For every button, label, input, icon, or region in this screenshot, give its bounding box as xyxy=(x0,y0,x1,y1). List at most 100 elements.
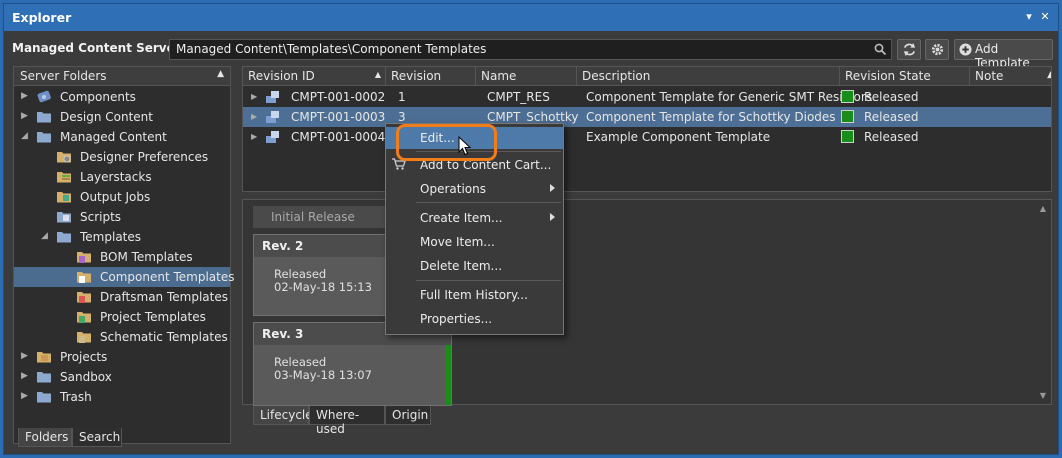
folder-icon xyxy=(37,112,51,123)
folders-header: Server Folders ▲ xyxy=(14,67,230,86)
expand-arrow-icon[interactable]: ▶ xyxy=(251,112,257,121)
tab-search[interactable]: Search xyxy=(72,428,122,447)
tree-item-components[interactable]: ▶ Components xyxy=(14,87,230,107)
collapse-arrow-icon[interactable]: ◢ xyxy=(41,232,49,241)
tab-origin[interactable]: Origin xyxy=(385,406,431,425)
chevron-up-icon[interactable]: ▲ xyxy=(217,69,224,79)
revision-status: Released xyxy=(274,267,327,281)
close-icon[interactable]: ✕ xyxy=(1038,10,1052,24)
tree-item-managed-content[interactable]: ◢ Managed Content xyxy=(14,127,230,147)
components-icon xyxy=(37,90,51,103)
expand-arrow-icon[interactable]: ▶ xyxy=(251,132,257,141)
submenu-arrow-icon xyxy=(550,184,555,192)
preferences-folder-icon xyxy=(57,152,71,163)
highlight-ring xyxy=(396,124,497,161)
submenu-arrow-icon xyxy=(550,213,555,221)
status-badge xyxy=(841,90,854,103)
menu-divider xyxy=(416,202,561,203)
tab-where-used[interactable]: Where-used xyxy=(309,406,385,436)
menu-divider xyxy=(416,280,561,281)
tab-folders[interactable]: Folders xyxy=(18,428,72,447)
projects-folder-icon xyxy=(37,352,51,363)
output-jobs-folder-icon xyxy=(57,192,71,203)
project-template-folder-icon xyxy=(77,312,91,323)
menu-item-create-item[interactable]: Create Item... xyxy=(386,207,563,229)
folder-icon xyxy=(37,392,51,403)
refresh-icon xyxy=(903,42,916,57)
search-icon[interactable] xyxy=(874,43,887,56)
tree-item-design-content[interactable]: ▶ Design Content xyxy=(14,107,230,127)
chevron-up-icon[interactable]: ▲ xyxy=(1047,70,1051,80)
column-note[interactable]: Note▲ xyxy=(970,67,1051,86)
component-template-icon xyxy=(266,111,279,123)
column-revision[interactable]: Revision xyxy=(386,67,476,86)
grid-header: Revision ID ▲ Revision Name Description R… xyxy=(243,67,1051,86)
expand-arrow-icon[interactable]: ▶ xyxy=(21,372,29,381)
menu-item-move-item[interactable]: Move Item... xyxy=(386,231,563,253)
tree-item-output-jobs[interactable]: Output Jobs xyxy=(14,187,230,207)
revision-status: Released xyxy=(274,355,327,369)
tree-item-trash[interactable]: ▶ Trash xyxy=(14,387,230,407)
table-row[interactable]: ▶ CMPT-001-0002 1 CMPT_RES Component Tem… xyxy=(243,87,1051,107)
scroll-down-icon[interactable]: ▼ xyxy=(1040,391,1046,400)
revision-date: 03-May-18 13:07 xyxy=(274,368,372,382)
table-row-selected[interactable]: ▶ CMPT-001-0003 3 CMPT_Schottky Componen… xyxy=(243,107,1051,127)
tree-item-projects[interactable]: ▶ Projects xyxy=(14,347,230,367)
toolbar: Managed Content Server ▾ Managed Content… xyxy=(4,31,1058,70)
status-badge xyxy=(841,130,854,143)
column-description[interactable]: Description xyxy=(577,67,840,86)
expand-arrow-icon[interactable]: ▶ xyxy=(21,392,29,401)
menu-item-operations[interactable]: Operations xyxy=(386,178,563,200)
panel-title-bar: Explorer ▾ ✕ xyxy=(4,4,1058,31)
column-revision-id[interactable]: Revision ID ▲ xyxy=(243,67,386,86)
explorer-panel: Explorer ▾ ✕ Managed Content Server ▾ Ma… xyxy=(3,3,1059,455)
panel-menu-icon[interactable]: ▾ xyxy=(1022,10,1036,24)
column-name[interactable]: Name xyxy=(476,67,577,86)
table-row[interactable]: ▶ CMPT-001-0004 Example Component Templa… xyxy=(243,127,1051,147)
menu-item-properties[interactable]: Properties... xyxy=(386,308,563,330)
layerstack-folder-icon xyxy=(57,172,71,183)
folder-icon xyxy=(57,232,71,243)
gear-icon xyxy=(931,43,944,56)
scroll-up-icon[interactable]: ▲ xyxy=(1040,204,1046,213)
expand-arrow-icon[interactable]: ▶ xyxy=(21,352,29,361)
tree-item-draftsman-templates[interactable]: Draftsman Templates xyxy=(14,287,230,307)
server-dropdown[interactable]: Managed Content Server ▾ xyxy=(12,41,192,55)
component-template-icon xyxy=(266,91,279,103)
panel-title: Explorer xyxy=(12,10,72,25)
tree-item-designer-preferences[interactable]: Designer Preferences xyxy=(14,147,230,167)
revision-date: 02-May-18 15:13 xyxy=(274,280,372,294)
tree-item-bom-templates[interactable]: BOM Templates xyxy=(14,247,230,267)
revisions-grid: Revision ID ▲ Revision Name Description R… xyxy=(242,66,1052,192)
collapse-arrow-icon[interactable]: ◢ xyxy=(21,132,29,141)
expand-arrow-icon[interactable]: ▶ xyxy=(21,112,29,121)
bom-template-folder-icon xyxy=(77,252,91,263)
add-template-button[interactable]: Add Template xyxy=(954,39,1053,70)
server-folders-panel: Server Folders ▲ ▶ Components ▶ Design C… xyxy=(13,66,235,444)
server-label: Managed Content Server xyxy=(12,41,181,55)
expand-arrow-icon[interactable]: ▶ xyxy=(251,92,257,101)
menu-item-delete-item[interactable]: Delete Item... xyxy=(386,255,563,277)
tab-lifecycle[interactable]: Lifecycle xyxy=(253,406,313,425)
mouse-cursor-icon xyxy=(458,136,472,156)
tree-item-schematic-templates[interactable]: Schematic Templates xyxy=(14,327,230,347)
path-text: Managed Content\Templates\Component Temp… xyxy=(176,42,487,56)
scripts-folder-icon xyxy=(57,212,71,223)
tree-item-component-templates[interactable]: Component Templates xyxy=(14,267,235,287)
tree-item-project-templates[interactable]: Project Templates xyxy=(14,307,230,327)
column-revision-state[interactable]: Revision State xyxy=(840,67,970,86)
tree-item-layerstacks[interactable]: Layerstacks xyxy=(14,167,230,187)
expand-arrow-icon[interactable]: ▶ xyxy=(21,92,29,101)
add-icon xyxy=(959,43,972,56)
schematic-template-folder-icon xyxy=(77,332,91,343)
tree-item-sandbox[interactable]: ▶ Sandbox xyxy=(14,367,230,387)
menu-item-full-history[interactable]: Full Item History... xyxy=(386,284,563,306)
tree-item-templates[interactable]: ◢ Templates xyxy=(14,227,230,247)
path-input[interactable]: Managed Content\Templates\Component Temp… xyxy=(169,39,892,60)
folder-icon xyxy=(37,372,51,383)
settings-button[interactable] xyxy=(925,39,949,60)
tree-item-scripts[interactable]: Scripts xyxy=(14,207,230,227)
refresh-button[interactable] xyxy=(897,39,921,60)
folder-icon xyxy=(37,132,51,143)
draftsman-template-folder-icon xyxy=(77,292,91,303)
